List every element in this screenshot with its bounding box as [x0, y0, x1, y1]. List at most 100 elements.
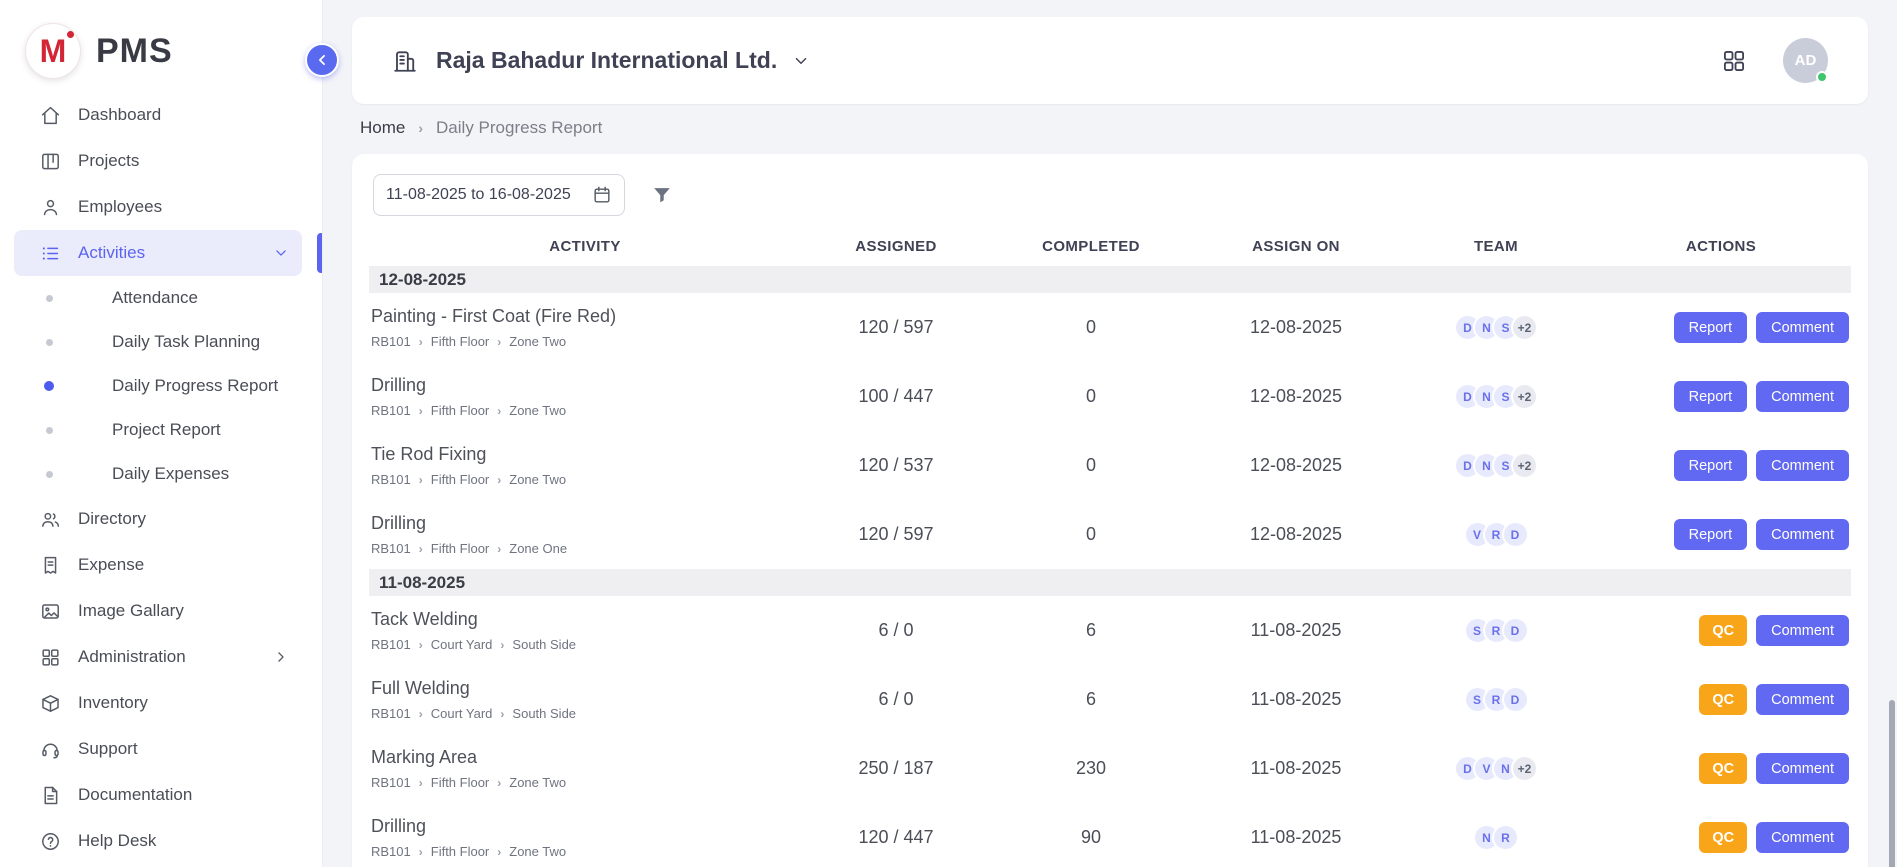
- chevron-right-icon: [272, 648, 290, 666]
- filter-icon[interactable]: [651, 184, 673, 206]
- path-segment: RB101: [371, 637, 411, 652]
- sidebar-subitem-daily-expenses[interactable]: Daily Expenses: [0, 452, 322, 496]
- path-segment: Zone Two: [509, 775, 566, 790]
- path-segment: Zone Two: [509, 472, 566, 487]
- company-selector[interactable]: Raja Bahadur International Ltd.: [392, 47, 811, 74]
- online-status-dot: [1816, 71, 1828, 83]
- sidebar-item-help-desk[interactable]: Help Desk: [14, 818, 302, 864]
- team-extra-count[interactable]: +2: [1511, 383, 1538, 410]
- sidebar-subitem-daily-task-planning[interactable]: Daily Task Planning: [0, 320, 322, 364]
- path-segment: Fifth Floor: [431, 844, 490, 859]
- row-actions: Report Comment: [1591, 450, 1851, 481]
- assigned-value: 120 / 597: [801, 317, 991, 338]
- location-path: RB101›Court Yard›South Side: [371, 637, 801, 652]
- active-accent-bar: [317, 233, 322, 273]
- comment-button[interactable]: Comment: [1756, 684, 1849, 715]
- activity-cell: DrillingRB101›Fifth Floor›Zone Two: [369, 375, 801, 418]
- sidebar: M PMS DashboardProjectsEmployeesActiviti…: [0, 0, 323, 867]
- assigned-value: 6 / 0: [801, 689, 991, 710]
- completed-value: 0: [991, 317, 1191, 338]
- path-segment: RB101: [371, 775, 411, 790]
- qc-button[interactable]: QC: [1699, 684, 1747, 715]
- sidebar-item-image-gallary[interactable]: Image Gallary: [14, 588, 302, 634]
- qc-button[interactable]: QC: [1699, 615, 1747, 646]
- qc-button[interactable]: QC: [1699, 753, 1747, 784]
- sidebar-subitem-project-report[interactable]: Project Report: [0, 408, 322, 452]
- activity-title: Drilling: [371, 375, 801, 396]
- assign-on-value: 11-08-2025: [1191, 827, 1401, 848]
- table-header-row: ACTIVITYASSIGNEDCOMPLETEDASSIGN ONTEAMAC…: [369, 226, 1851, 266]
- comment-button[interactable]: Comment: [1756, 615, 1849, 646]
- sidebar-subitem-label: Daily Expenses: [112, 464, 229, 484]
- user-avatar[interactable]: AD: [1783, 38, 1828, 83]
- team-extra-count[interactable]: +2: [1511, 755, 1538, 782]
- main-content: Raja Bahadur International Ltd. AD Home›…: [323, 0, 1897, 867]
- comment-button[interactable]: Comment: [1756, 450, 1849, 481]
- assigned-value: 6 / 0: [801, 620, 991, 641]
- report-button[interactable]: Report: [1674, 450, 1748, 481]
- comment-button[interactable]: Comment: [1756, 753, 1849, 784]
- breadcrumb-home[interactable]: Home: [360, 118, 405, 138]
- comment-button[interactable]: Comment: [1756, 519, 1849, 550]
- qc-button[interactable]: QC: [1699, 822, 1747, 853]
- row-actions: QC Comment: [1591, 822, 1851, 853]
- path-segment: Fifth Floor: [431, 541, 490, 556]
- completed-value: 230: [991, 758, 1191, 779]
- report-button[interactable]: Report: [1674, 519, 1748, 550]
- path-segment: Court Yard: [431, 637, 493, 652]
- sidebar-item-employees[interactable]: Employees: [14, 184, 302, 230]
- bullet-icon: [46, 339, 53, 346]
- breadcrumb: Home›Daily Progress Report: [360, 118, 1868, 138]
- comment-button[interactable]: Comment: [1756, 381, 1849, 412]
- sidebar-item-administration[interactable]: Administration: [14, 634, 302, 680]
- bullet-icon: [46, 295, 53, 302]
- sidebar-item-expense[interactable]: Expense: [14, 542, 302, 588]
- sidebar-item-dashboard[interactable]: Dashboard: [14, 92, 302, 138]
- expense-icon: [40, 555, 61, 576]
- sidebar-item-directory[interactable]: Directory: [14, 496, 302, 542]
- sidebar-subitem-attendance[interactable]: Attendance: [0, 276, 322, 320]
- location-path: RB101›Fifth Floor›Zone Two: [371, 775, 801, 790]
- comment-button[interactable]: Comment: [1756, 312, 1849, 343]
- sidebar-subitem-daily-progress-report[interactable]: Daily Progress Report: [0, 364, 322, 408]
- sidebar-item-inventory[interactable]: Inventory: [14, 680, 302, 726]
- documentation-icon: [40, 785, 61, 806]
- path-segment: Zone Two: [509, 334, 566, 349]
- sidebar-item-activities[interactable]: Activities: [14, 230, 302, 276]
- activity-title: Full Welding: [371, 678, 801, 699]
- sidebar-item-projects[interactable]: Projects: [14, 138, 302, 184]
- path-segment: Fifth Floor: [431, 472, 490, 487]
- activity-cell: DrillingRB101›Fifth Floor›Zone Two: [369, 816, 801, 859]
- team-member-avatar: D: [1502, 617, 1529, 644]
- report-button[interactable]: Report: [1674, 312, 1748, 343]
- team-member-avatar: D: [1502, 521, 1529, 548]
- team-extra-count[interactable]: +2: [1511, 314, 1538, 341]
- report-button[interactable]: Report: [1674, 381, 1748, 412]
- activity-row: Painting - First Coat (Fire Red)RB101›Fi…: [369, 293, 1851, 362]
- team-extra-count[interactable]: +2: [1511, 452, 1538, 479]
- path-separator-icon: ›: [497, 776, 501, 790]
- assigned-value: 100 / 447: [801, 386, 991, 407]
- sidebar-item-label: Dashboard: [78, 105, 161, 125]
- assign-on-value: 11-08-2025: [1191, 689, 1401, 710]
- path-separator-icon: ›: [497, 845, 501, 859]
- date-range-input[interactable]: 11-08-2025 to 16-08-2025: [373, 174, 625, 216]
- column-header-activity: ACTIVITY: [369, 238, 801, 255]
- activity-row: DrillingRB101›Fifth Floor›Zone One120 / …: [369, 500, 1851, 569]
- completed-value: 6: [991, 689, 1191, 710]
- apps-grid-icon[interactable]: [1721, 48, 1747, 74]
- completed-value: 90: [991, 827, 1191, 848]
- team-avatars: VRD: [1401, 521, 1591, 548]
- topbar-right: AD: [1721, 38, 1828, 83]
- path-segment: South Side: [512, 706, 576, 721]
- sidebar-item-support[interactable]: Support: [14, 726, 302, 772]
- calendar-icon: [592, 185, 612, 205]
- sidebar-subitem-label: Project Report: [112, 420, 221, 440]
- sidebar-item-documentation[interactable]: Documentation: [14, 772, 302, 818]
- comment-button[interactable]: Comment: [1756, 822, 1849, 853]
- sidebar-collapse-button[interactable]: [305, 43, 339, 77]
- activity-row: Full WeldingRB101›Court Yard›South Side6…: [369, 665, 1851, 734]
- team-avatars: DNS+2: [1401, 452, 1591, 479]
- path-separator-icon: ›: [497, 542, 501, 556]
- scrollbar-thumb[interactable]: [1889, 700, 1895, 867]
